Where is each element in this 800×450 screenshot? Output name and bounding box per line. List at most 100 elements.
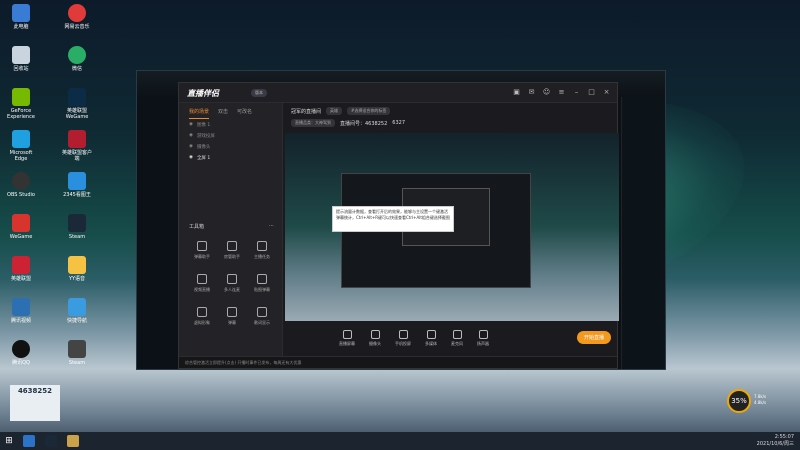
lol-client-icon bbox=[68, 130, 86, 148]
desktop-icon[interactable]: 回收站 bbox=[4, 46, 38, 72]
gift-icon[interactable]: ▣ bbox=[512, 88, 521, 97]
tab-double-click[interactable]: 双击 bbox=[218, 108, 228, 119]
mic-icon bbox=[452, 329, 462, 339]
tool-item[interactable]: 虚拟形象 bbox=[187, 307, 217, 326]
more-icon[interactable]: ⋯ bbox=[269, 223, 274, 230]
obs-icon bbox=[12, 172, 30, 190]
tool-item[interactable]: 弹幕助手 bbox=[187, 241, 217, 260]
desktop-icon[interactable]: 此电脑 bbox=[4, 4, 38, 30]
viewer-count: 6327 bbox=[392, 120, 406, 126]
tool-icon bbox=[257, 241, 267, 251]
steam-icon[interactable] bbox=[45, 435, 57, 447]
lol-icon bbox=[12, 256, 30, 274]
source-controls: 直播屏幕 摄像头 手机投屏 多媒体 麦克风 扬声器 bbox=[283, 323, 617, 353]
windows-start-icon[interactable]: ⊞ bbox=[0, 432, 18, 450]
room-tag[interactable]: 英雄 bbox=[326, 107, 343, 115]
desktop-icon[interactable]: GeForce Experience bbox=[4, 88, 38, 120]
tool-item[interactable]: 弹幕 bbox=[217, 307, 247, 326]
maximize-icon[interactable]: □ bbox=[587, 88, 596, 97]
tab-scenes[interactable]: 我的场景 bbox=[189, 108, 210, 119]
desktop-icon[interactable]: WeGame bbox=[4, 214, 38, 240]
scene-item[interactable]: ◉ 游戏投屏 bbox=[179, 130, 282, 141]
tool-icon bbox=[197, 274, 207, 284]
app-titlebar: 直播伴侣 版本 ▣ ✉ ☺ ≡ – □ × bbox=[179, 83, 617, 103]
tool-item[interactable]: 歌词显示 bbox=[247, 307, 277, 326]
screen-capture-button[interactable]: 直播屏幕 bbox=[339, 329, 355, 347]
version-badge[interactable]: 版本 bbox=[251, 89, 267, 97]
app-icon bbox=[68, 340, 86, 358]
room-name[interactable]: 冠军的直播间 bbox=[291, 108, 321, 115]
camera-button[interactable]: 摄像头 bbox=[369, 329, 381, 347]
wechat-icon bbox=[68, 46, 86, 64]
eye-icon[interactable]: ◉ bbox=[189, 155, 193, 160]
edge-icon[interactable] bbox=[23, 435, 35, 447]
scene-sidebar: 我的场景 双击 可改名 ◉ 图像 1 ◉ 游戏投屏 ◉ 摄像头 ◉ 全屏 1 工具箱 ⋯ … bbox=[179, 103, 283, 368]
edge-icon bbox=[12, 130, 30, 148]
tool-icon bbox=[227, 241, 237, 251]
eye-icon[interactable]: ◉ bbox=[189, 133, 193, 138]
yy-icon bbox=[68, 256, 86, 274]
steam-icon bbox=[68, 214, 86, 232]
desktop-icon[interactable]: Steam bbox=[60, 340, 94, 366]
desktop-icon[interactable]: 2345看图王 bbox=[60, 172, 94, 198]
image-viewer-icon bbox=[68, 172, 86, 190]
phone-icon bbox=[398, 329, 408, 339]
tool-item[interactable]: 多人连麦 bbox=[217, 274, 247, 293]
room-category[interactable]: 直播品类：大神驾到 bbox=[291, 119, 335, 127]
desktop-icon[interactable]: YY语音 bbox=[60, 256, 94, 282]
wegame-icon bbox=[12, 214, 30, 232]
qq-icon bbox=[12, 340, 30, 358]
mail-icon[interactable]: ✉ bbox=[527, 88, 536, 97]
desktop-icon[interactable]: 快捷导航 bbox=[60, 298, 94, 324]
tool-item[interactable]: 主播任务 bbox=[247, 241, 277, 260]
tool-item[interactable]: 视频直播 bbox=[187, 274, 217, 293]
desktop-icon[interactable]: 微信 bbox=[60, 46, 94, 72]
status-bar: 综合管控激活立即提升(点击) 开播时事件已发布，每周还有大优惠 bbox=[179, 356, 617, 368]
app-logo: 直播伴侣 bbox=[187, 89, 219, 98]
toolbox-grid: 弹幕助手 房管助手 主播任务 视频直播 多人连麦 贴图弹幕 虚拟形象 弹幕 歌词… bbox=[187, 241, 277, 326]
close-icon[interactable]: × bbox=[602, 88, 611, 97]
tool-icon bbox=[257, 274, 267, 284]
minimize-icon[interactable]: – bbox=[572, 88, 581, 97]
eye-icon[interactable]: ◉ bbox=[189, 122, 193, 127]
tool-icon bbox=[227, 274, 237, 284]
phone-cast-button[interactable]: 手机投屏 bbox=[395, 329, 411, 347]
scene-item-selected[interactable]: ◉ 全屏 1 bbox=[179, 152, 282, 163]
cpu-gauge[interactable]: 35% bbox=[727, 389, 751, 413]
taskbar: ⊞ 2:55:07 2021/10/6/周三 bbox=[0, 432, 800, 450]
media-button[interactable]: 多媒体 bbox=[425, 329, 437, 347]
menu-icon[interactable]: ≡ bbox=[557, 88, 566, 97]
room-number: 直播间号：4638252 bbox=[340, 120, 388, 127]
hint-tooltip: 提示流量计数据，查看打开后的效果，能够与主设置一个键激活弹幕统计，Ctrl+Al… bbox=[332, 206, 454, 232]
desktop-icon[interactable]: Microsoft Edge bbox=[4, 130, 38, 162]
scene-item[interactable]: ◉ 摄像头 bbox=[179, 141, 282, 152]
desktop-icon[interactable]: 腾讯视频 bbox=[4, 298, 38, 324]
tool-item[interactable]: 贴图弹幕 bbox=[247, 274, 277, 293]
desktop-icon[interactable]: Steam bbox=[60, 214, 94, 240]
eye-icon[interactable]: ◉ bbox=[189, 144, 193, 149]
play-icon bbox=[426, 329, 436, 339]
game-client-right-panel bbox=[621, 97, 665, 369]
tool-icon bbox=[197, 241, 207, 251]
desktop-icon[interactable]: 网易云音乐 bbox=[60, 4, 94, 30]
lol-icon[interactable] bbox=[67, 435, 79, 447]
desktop-icon[interactable]: OBS Studio bbox=[4, 172, 38, 198]
room-tag[interactable]: #选择适合你的标签 bbox=[347, 107, 391, 115]
tab-rename[interactable]: 可改名 bbox=[237, 108, 252, 119]
net-speed: 7.8k/s 4.8k/s bbox=[754, 394, 767, 405]
tool-item[interactable]: 房管助手 bbox=[217, 241, 247, 260]
start-live-button[interactable]: 开始直播 bbox=[576, 331, 611, 344]
tool-icon bbox=[257, 307, 267, 317]
system-clock[interactable]: 2:55:07 2021/10/6/周三 bbox=[757, 434, 794, 448]
desktop-icon[interactable]: 英雄联盟 bbox=[4, 256, 38, 282]
lol-icon bbox=[68, 88, 86, 106]
user-icon[interactable]: ☺ bbox=[542, 88, 551, 97]
camera-icon bbox=[370, 329, 380, 339]
desktop-icon[interactable]: 腾讯QQ bbox=[4, 340, 38, 366]
scene-item[interactable]: ◉ 图像 1 bbox=[179, 119, 282, 130]
microphone-button[interactable]: 麦克风 bbox=[451, 329, 463, 347]
desktop-icon[interactable]: 英雄联盟客户端 bbox=[60, 130, 94, 162]
speaker-icon bbox=[478, 329, 488, 339]
desktop-icon[interactable]: 英雄联盟 WeGame bbox=[60, 88, 94, 120]
speaker-button[interactable]: 扬声器 bbox=[477, 329, 489, 347]
